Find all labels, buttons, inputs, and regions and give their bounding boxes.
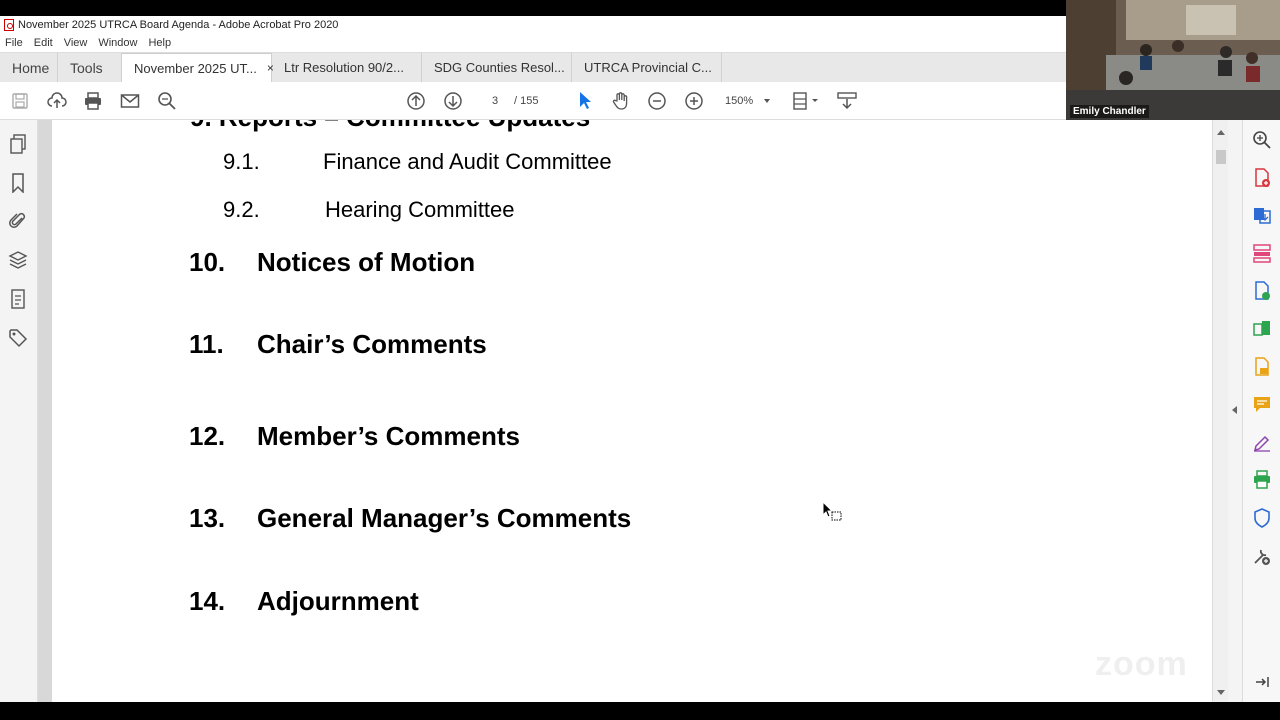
sub-item-text: Finance and Audit Committee <box>323 149 612 174</box>
next-page-icon[interactable] <box>442 90 464 112</box>
fill-sign-icon[interactable] <box>1251 356 1273 378</box>
email-icon[interactable] <box>119 90 141 112</box>
acrobat-window: November 2025 UTRCA Board Agenda - Adobe… <box>0 0 1280 720</box>
menu-view[interactable]: View <box>64 37 88 49</box>
tab-home[interactable]: Home <box>0 53 58 82</box>
zoom-in-icon[interactable] <box>683 90 705 112</box>
tab-label: November 2025 UT... <box>134 60 257 76</box>
page-thumbnails-icon[interactable] <box>8 134 28 154</box>
title-bar: November 2025 UTRCA Board Agenda - Adobe… <box>0 16 1066 34</box>
tab-label: SDG Counties Resol... <box>434 60 565 75</box>
document-page-icon[interactable] <box>8 289 28 309</box>
search-icon[interactable] <box>156 90 178 112</box>
tab-tools[interactable]: Tools <box>58 53 122 82</box>
partial-section-heading: 9. Reports – Committee Updates <box>190 120 590 133</box>
organize-pages-icon[interactable] <box>1251 242 1273 264</box>
layers-icon[interactable] <box>8 250 28 270</box>
protect-shield-icon[interactable] <box>1251 507 1273 529</box>
signature-pen-icon[interactable] <box>1251 431 1273 453</box>
page-fit-icon[interactable] <box>790 90 820 112</box>
upload-cloud-icon[interactable] <box>46 90 68 112</box>
page-number-input[interactable]: 3 <box>478 91 512 111</box>
create-pdf-icon[interactable] <box>1251 167 1273 189</box>
section-heading: Adjournment <box>257 586 419 616</box>
expand-right-panel-icon[interactable] <box>1232 406 1237 414</box>
section-number: 10. <box>189 247 226 277</box>
menu-window[interactable]: Window <box>98 37 137 49</box>
tag-icon[interactable] <box>8 328 28 348</box>
scroll-mode-icon[interactable] <box>836 90 858 112</box>
tab-bar: Home Tools November 2025 UT... × Ltr Res… <box>0 52 1066 82</box>
meeting-room-video-icon <box>1066 0 1280 120</box>
zoom-watermark: zoom <box>1095 645 1188 683</box>
tab-sdg-counties[interactable]: SDG Counties Resol... <box>422 53 572 82</box>
menu-help[interactable]: Help <box>148 37 171 49</box>
participant-video-tile[interactable]: Emily Chandler <box>1066 0 1280 120</box>
sub-item-number: 9.2. <box>223 197 260 222</box>
tab-utrca-provincial[interactable]: UTRCA Provincial C... <box>572 53 722 82</box>
left-navigation-rail <box>0 120 45 702</box>
pdf-page: 9. Reports – Committee Updates 9.1. Fina… <box>52 120 1212 702</box>
menu-file[interactable]: File <box>5 37 23 49</box>
tab-ltr-resolution[interactable]: Ltr Resolution 90/2... <box>272 53 422 82</box>
section-number: 11. <box>189 329 224 359</box>
collapse-tools-pane-icon[interactable] <box>1251 671 1273 693</box>
print-icon[interactable] <box>82 90 104 112</box>
page-total: / 155 <box>514 95 539 107</box>
section-number: 14. <box>189 586 226 616</box>
main-toolbar: 3 / 155 150% <box>0 82 1066 120</box>
attachment-icon[interactable] <box>8 211 28 231</box>
scroll-up-icon[interactable] <box>1217 130 1225 135</box>
chevron-down-icon <box>764 99 770 103</box>
more-tools-icon[interactable] <box>1251 545 1273 567</box>
select-cursor-icon[interactable] <box>574 90 596 112</box>
previous-page-icon[interactable] <box>405 90 427 112</box>
section-heading: Notices of Motion <box>257 247 476 277</box>
comment-icon[interactable] <box>1251 393 1273 415</box>
tab-label: Ltr Resolution 90/2... <box>284 60 404 75</box>
save-icon[interactable] <box>9 90 31 112</box>
zoom-level-select[interactable]: 150% <box>720 91 774 111</box>
sub-item-number: 9.1. <box>223 149 260 174</box>
document-view[interactable]: 9. Reports – Committee Updates 9.1. Fina… <box>38 120 1212 702</box>
zoom-out-icon[interactable] <box>646 90 668 112</box>
right-panel-toggle-strip <box>1228 120 1242 702</box>
tab-label: UTRCA Provincial C... <box>584 60 712 75</box>
menu-edit[interactable]: Edit <box>34 37 53 49</box>
edit-pdf-icon[interactable] <box>1251 280 1273 302</box>
vertical-scrollbar[interactable] <box>1212 120 1228 702</box>
export-pdf-icon[interactable] <box>1251 204 1273 226</box>
section-heading: Member’s Comments <box>257 421 520 451</box>
bookmark-icon[interactable] <box>8 173 28 193</box>
zoom-level-value: 150% <box>725 95 754 107</box>
tab-november-agenda[interactable]: November 2025 UT... × <box>122 53 274 82</box>
scroll-down-icon[interactable] <box>1217 690 1225 695</box>
scrollbar-thumb[interactable] <box>1216 150 1226 164</box>
mouse-cursor-icon <box>822 500 844 528</box>
screen-bottom-bar <box>0 702 1280 720</box>
acrobat-pdf-icon <box>4 19 14 31</box>
section-heading: General Manager’s Comments <box>257 503 632 533</box>
right-tools-pane <box>1242 120 1280 702</box>
menu-bar: File Edit View Window Help <box>0 34 1066 52</box>
section-number: 12. <box>189 421 226 451</box>
zoom-search-icon[interactable] <box>1251 129 1273 151</box>
participant-name-label: Emily Chandler <box>1070 105 1149 118</box>
hand-tool-icon[interactable] <box>610 90 632 112</box>
window-title: November 2025 UTRCA Board Agenda - Adobe… <box>18 19 339 31</box>
combine-files-icon[interactable] <box>1251 318 1273 340</box>
sub-item-text: Hearing Committee <box>325 197 515 222</box>
section-number: 13. <box>189 503 226 533</box>
print-production-icon[interactable] <box>1251 469 1273 491</box>
section-heading: Chair’s Comments <box>257 329 487 359</box>
